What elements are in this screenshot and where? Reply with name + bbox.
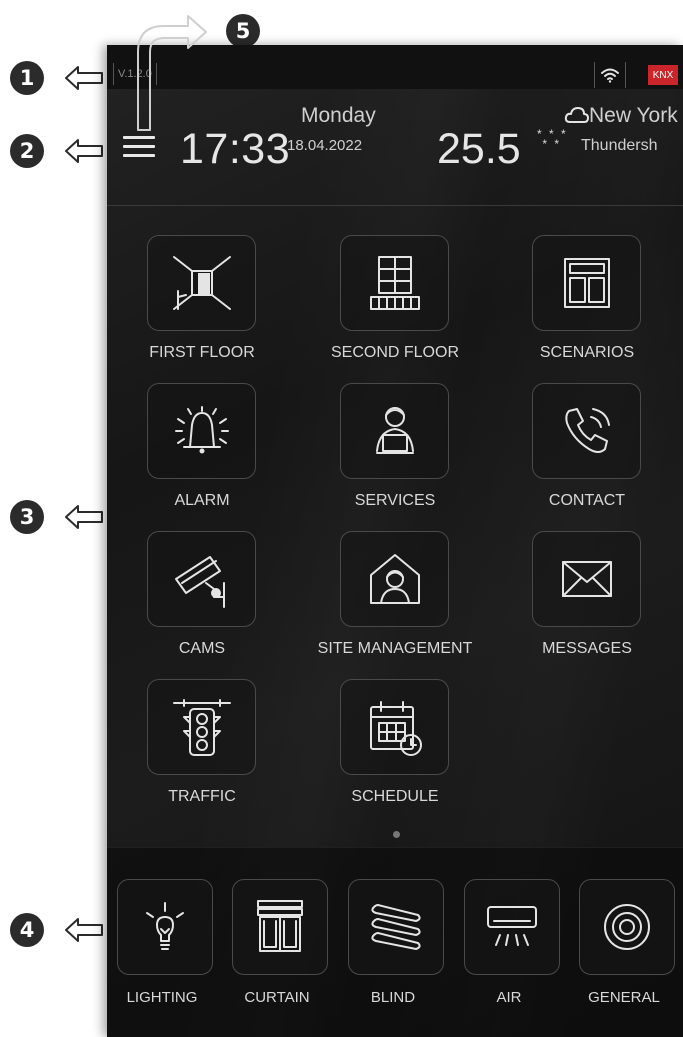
callout-5: 5 xyxy=(226,14,260,48)
dock-label: BLIND xyxy=(370,989,416,1006)
tile-second-floor[interactable]: SECOND FLOOR xyxy=(300,235,460,375)
dock-blind[interactable]: BLIND xyxy=(338,847,448,1006)
page-indicator[interactable] xyxy=(393,831,400,838)
traffic-light-icon xyxy=(147,679,256,775)
tile-messages[interactable]: MESSAGES xyxy=(492,531,652,671)
divider xyxy=(107,205,683,206)
dock-lighting[interactable]: LIGHTING xyxy=(107,847,217,1006)
weekday: Monday xyxy=(301,104,376,127)
date: 18.04.2022 xyxy=(287,137,363,154)
air-conditioner-icon xyxy=(464,879,560,975)
tile-label: CONTACT xyxy=(548,492,626,509)
tile-label: SCHEDULE xyxy=(351,788,439,805)
curtain-icon xyxy=(232,879,328,975)
tile-alarm[interactable]: ALARM xyxy=(107,383,267,523)
clock-time: 17:33 xyxy=(180,125,291,173)
tile-cams[interactable]: CAMS xyxy=(107,531,267,671)
arrow-curved-icon xyxy=(137,15,207,131)
person-laptop-icon xyxy=(340,383,449,479)
arrow-left-icon xyxy=(65,139,103,163)
target-circle-icon xyxy=(579,879,675,975)
weather-condition: Thundersh xyxy=(581,137,658,154)
callout-1: 1 xyxy=(10,61,44,95)
dock-air[interactable]: AIR xyxy=(454,847,564,1006)
tile-site-management[interactable]: SITE MANAGEMENT xyxy=(300,531,472,671)
light-bulb-icon xyxy=(117,879,213,975)
quick-dock: LIGHTING CURTAIN BLIND AIR GENERAL xyxy=(107,847,683,1037)
cloud-icon xyxy=(564,107,589,123)
arrow-left-icon xyxy=(65,505,103,529)
alarm-bell-icon xyxy=(147,383,256,479)
blind-icon xyxy=(348,879,444,975)
envelope-icon xyxy=(532,531,641,627)
dock-label: CURTAIN xyxy=(244,989,310,1006)
temperature: 25.5 xyxy=(437,125,521,173)
home-screen: V.1.2.0 KNX 17:33 Monday 18.04.2022 25.5… xyxy=(107,45,683,1037)
house-person-icon xyxy=(340,531,449,627)
balcony-window-icon xyxy=(340,235,449,331)
tile-schedule[interactable]: SCHEDULE xyxy=(300,679,460,819)
tile-services[interactable]: SERVICES xyxy=(300,383,460,523)
tile-label: SCENARIOS xyxy=(539,344,635,361)
tile-label: MESSAGES xyxy=(542,640,632,657)
dock-label: LIGHTING xyxy=(126,989,198,1006)
callout-2: 2 xyxy=(10,134,44,168)
menu-icon[interactable] xyxy=(123,136,155,160)
tile-first-floor[interactable]: FIRST FLOOR xyxy=(107,235,267,375)
dock-curtain[interactable]: CURTAIN xyxy=(222,847,332,1006)
phone-call-icon xyxy=(532,383,641,479)
calendar-clock-icon xyxy=(340,679,449,775)
weather-city: New York xyxy=(589,104,678,127)
layout-panel-icon xyxy=(532,235,641,331)
arrow-left-icon xyxy=(65,918,103,942)
knx-badge: KNX xyxy=(648,65,678,85)
security-camera-icon xyxy=(147,531,256,627)
tile-traffic[interactable]: TRAFFIC xyxy=(107,679,267,819)
room-door-icon xyxy=(147,235,256,331)
callout-4: 4 xyxy=(10,913,44,947)
callout-3: 3 xyxy=(10,500,44,534)
wifi-icon xyxy=(594,62,626,88)
dock-label: GENERAL xyxy=(588,989,660,1006)
dock-label: AIR xyxy=(496,989,522,1006)
dock-general[interactable]: GENERAL xyxy=(569,847,679,1006)
tile-contact[interactable]: CONTACT xyxy=(492,383,652,523)
snow-icon: * * * * * xyxy=(537,127,568,151)
arrow-left-icon xyxy=(65,66,103,90)
tile-scenarios[interactable]: SCENARIOS xyxy=(492,235,652,375)
